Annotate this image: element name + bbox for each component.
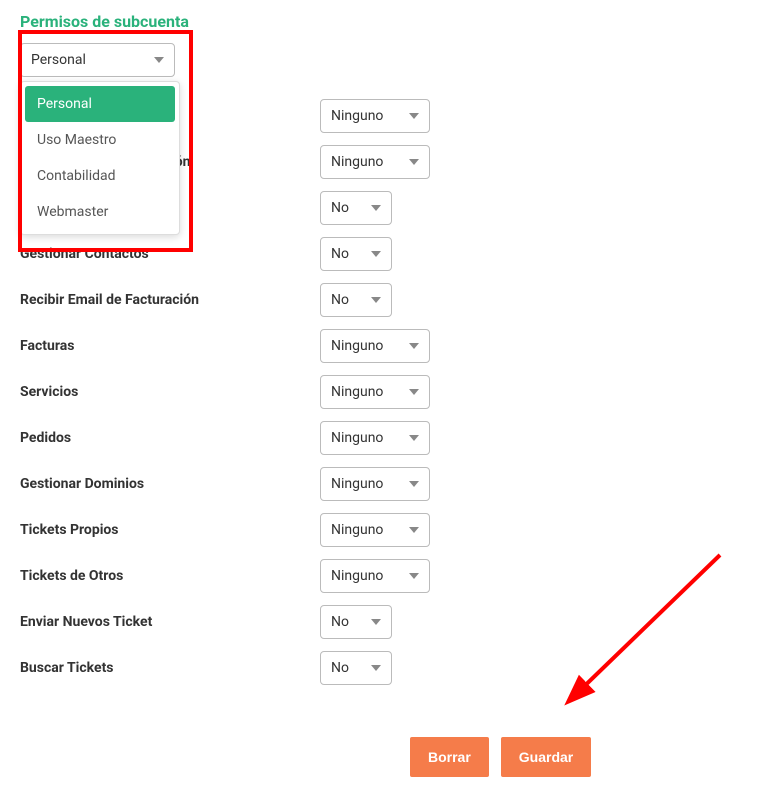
permission-label: Recibir Email de Facturación xyxy=(20,292,320,308)
permission-row: Pedidos Ninguno xyxy=(20,419,743,457)
permission-select[interactable]: No xyxy=(320,651,392,685)
permission-select[interactable]: Ninguno xyxy=(320,329,430,363)
permission-row: Tickets Propios Ninguno xyxy=(20,511,743,549)
permission-select-value: No xyxy=(331,200,349,216)
preset-select-value: Personal xyxy=(31,52,86,68)
permission-select[interactable]: Ninguno xyxy=(320,513,430,547)
permission-label: Facturas xyxy=(20,338,320,354)
permission-select-value: Ninguno xyxy=(331,338,383,354)
chevron-down-icon xyxy=(409,113,419,119)
permission-row: Buscar Tickets No xyxy=(20,649,743,687)
permission-row: Enviar Nuevos Ticket No xyxy=(20,603,743,641)
section-title: Permisos de subcuenta xyxy=(20,12,743,31)
permission-select[interactable]: No xyxy=(320,605,392,639)
permission-select[interactable]: No xyxy=(320,191,392,225)
preset-option[interactable]: Uso Maestro xyxy=(25,122,175,158)
chevron-down-icon xyxy=(409,343,419,349)
chevron-down-icon xyxy=(409,527,419,533)
chevron-down-icon xyxy=(409,389,419,395)
permission-label: Tickets Propios xyxy=(20,522,320,538)
permission-row: Gestionar Dominios Ninguno xyxy=(20,465,743,503)
permission-label: Pedidos xyxy=(20,430,320,446)
preset-dropdown: PersonalUso MaestroContabilidadWebmaster xyxy=(20,81,180,235)
permission-label: Buscar Tickets xyxy=(20,660,320,676)
permission-label: Tickets de Otros xyxy=(20,568,320,584)
chevron-down-icon xyxy=(409,481,419,487)
permission-select[interactable]: Ninguno xyxy=(320,375,430,409)
chevron-down-icon xyxy=(371,297,381,303)
chevron-down-icon xyxy=(409,573,419,579)
chevron-down-icon xyxy=(371,665,381,671)
permission-label: Servicios xyxy=(20,384,320,400)
permission-select[interactable]: Ninguno xyxy=(320,559,430,593)
preset-option[interactable]: Contabilidad xyxy=(25,158,175,194)
chevron-down-icon xyxy=(154,57,164,63)
permission-row: Recibir Email de Facturación No xyxy=(20,281,743,319)
permission-select-value: Ninguno xyxy=(331,154,383,170)
preset-option[interactable]: Personal xyxy=(25,86,175,122)
permission-select[interactable]: Ninguno xyxy=(320,145,430,179)
permission-select[interactable]: Ninguno xyxy=(320,467,430,501)
chevron-down-icon xyxy=(409,435,419,441)
permission-select-value: No xyxy=(331,660,349,676)
chevron-down-icon xyxy=(371,251,381,257)
permission-select[interactable]: No xyxy=(320,283,392,317)
permission-row: Gestionar Contactos No xyxy=(20,235,743,273)
preset-select[interactable]: Personal xyxy=(20,43,175,77)
permission-select-value: Ninguno xyxy=(331,384,383,400)
chevron-down-icon xyxy=(371,619,381,625)
permission-select-value: No xyxy=(331,614,349,630)
permission-label: Enviar Nuevos Ticket xyxy=(20,614,320,630)
save-button[interactable]: Guardar xyxy=(501,737,591,777)
permission-select-value: Ninguno xyxy=(331,568,383,584)
preset-option[interactable]: Webmaster xyxy=(25,194,175,230)
permission-label: Gestionar Dominios xyxy=(20,476,320,492)
chevron-down-icon xyxy=(371,205,381,211)
permission-select-value: No xyxy=(331,292,349,308)
permission-select[interactable]: Ninguno xyxy=(320,421,430,455)
permission-select-value: Ninguno xyxy=(331,522,383,538)
permission-select-value: Ninguno xyxy=(331,430,383,446)
permission-select[interactable]: No xyxy=(320,237,392,271)
permission-row: Servicios Ninguno xyxy=(20,373,743,411)
permission-row: Facturas Ninguno xyxy=(20,327,743,365)
permission-select[interactable]: Ninguno xyxy=(320,99,430,133)
permission-select-value: Ninguno xyxy=(331,476,383,492)
permission-label: Gestionar Contactos xyxy=(20,246,320,262)
permission-select-value: No xyxy=(331,246,349,262)
permission-select-value: Ninguno xyxy=(331,108,383,124)
permission-row: Tickets de Otros Ninguno xyxy=(20,557,743,595)
clear-button[interactable]: Borrar xyxy=(410,737,489,777)
chevron-down-icon xyxy=(409,159,419,165)
